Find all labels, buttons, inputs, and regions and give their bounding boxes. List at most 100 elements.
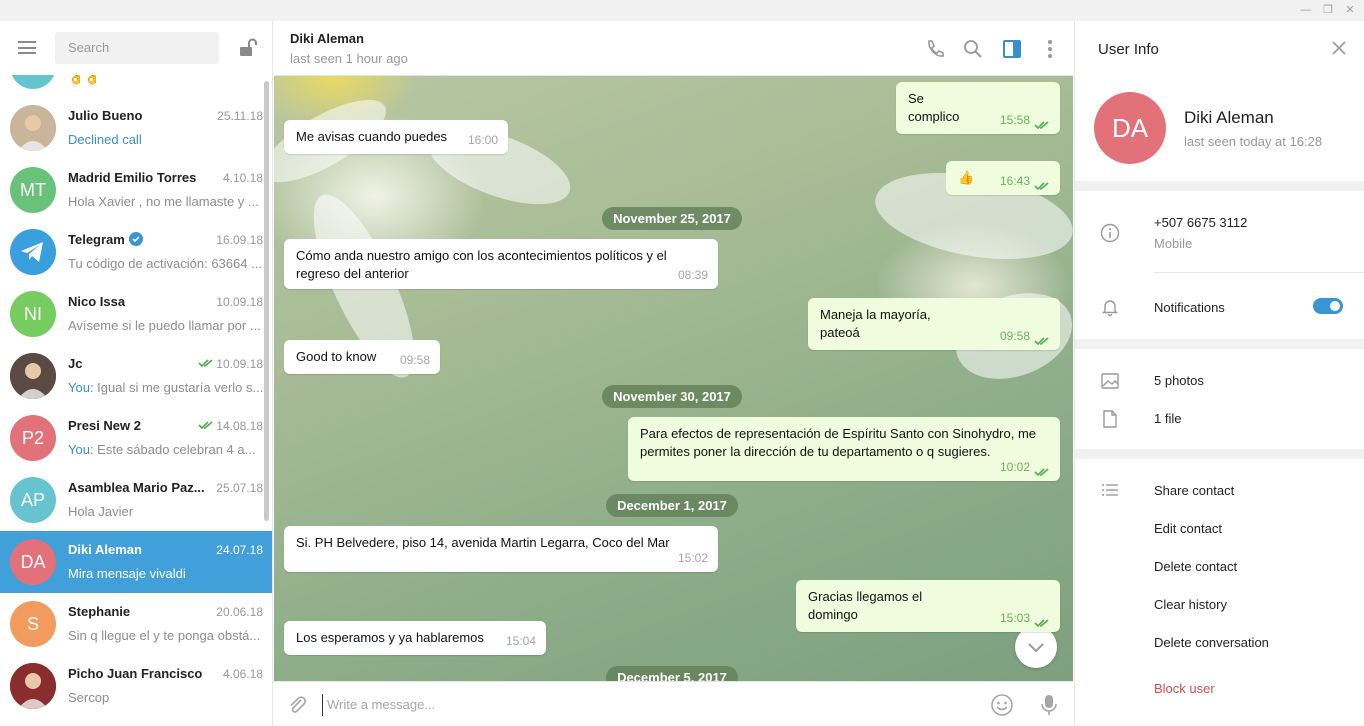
block-user-button[interactable]: Block user: [1154, 681, 1215, 696]
close-icon[interactable]: [1331, 40, 1347, 56]
chat-date-text: 4.06.18: [222, 667, 263, 681]
attach-icon[interactable]: [286, 694, 308, 716]
outgoing-message[interactable]: Para efectos de representación de Espíri…: [628, 417, 1060, 481]
chat-preview-text: Mira mensaje vivaldi: [68, 566, 186, 581]
message-time: 16:43: [999, 174, 1030, 188]
chat-name-text: Picho Juan Francisco: [68, 666, 203, 681]
chat-list-item[interactable]: MT Madrid Emilio Torres 4.10.18 Hola Xav…: [0, 159, 272, 221]
sidebar-toggle-icon[interactable]: [1001, 38, 1023, 60]
edit-contact-button[interactable]: Edit contact: [1154, 521, 1222, 536]
chevron-down-icon: [1028, 643, 1044, 653]
chat-name: Madrid Emilio Torres: [68, 170, 196, 185]
chat-preview: You: Este sábado celebran 4 a...: [68, 442, 264, 457]
read-ticks-icon: [198, 419, 214, 430]
outgoing-message[interactable]: Gracias llegamos el domingo 15:03: [796, 580, 1060, 632]
outgoing-message[interactable]: Se complico 15:58: [896, 82, 1060, 134]
avatar: [10, 229, 56, 275]
chat-preview: Declined call: [68, 132, 264, 147]
chat-name-text: Asamblea Mario Paz...: [68, 480, 205, 495]
chat-name: Nico Issa: [68, 294, 125, 309]
avatar: [10, 663, 56, 709]
chat-preview: Hola Xavier , no me llamaste y ...: [68, 194, 264, 209]
date-separator: December 1, 2017: [606, 494, 738, 517]
avatar: AP: [10, 477, 56, 523]
incoming-message[interactable]: Si. PH Belvedere, piso 14, avenida Marti…: [284, 526, 718, 572]
chat-list-scrollbar[interactable]: [264, 81, 269, 521]
chat-name-text: Diki Aleman: [68, 542, 142, 557]
unlock-icon[interactable]: [239, 38, 257, 58]
bell-icon: [1101, 300, 1119, 317]
phone-icon[interactable]: [924, 38, 946, 60]
share-contact-button[interactable]: Share contact: [1154, 483, 1234, 498]
chat-list-item[interactable]: DA Diki Aleman 24.07.18 Mira mensaje viv…: [0, 531, 272, 593]
chat-list-item[interactable]: S Stephanie 20.06.18 Sin q llegue el y t…: [0, 593, 272, 655]
avatar: P2: [10, 415, 56, 461]
chat-name-text: Julio Bueno: [68, 108, 143, 123]
search-icon[interactable]: [962, 38, 984, 60]
chat-preview: Sin q llegue el y te ponga obstá...: [68, 628, 264, 643]
close-window-button[interactable]: ✕: [1342, 3, 1358, 17]
message-text: Los esperamos y ya hablaremos: [296, 630, 484, 645]
outgoing-message[interactable]: Maneja la mayoría, pateoá 09:58: [808, 298, 1060, 350]
chat-preview-text: Igual si me gustaría verlo s...: [93, 380, 264, 395]
incoming-message[interactable]: Cómo anda nuestro amigo con los aconteci…: [284, 239, 718, 289]
phone-number[interactable]: +507 6675 3112: [1154, 215, 1247, 230]
notifications-toggle[interactable]: [1313, 298, 1343, 314]
actions-section: Share contact Edit contact Delete contac…: [1075, 459, 1364, 726]
chat-list-item[interactable]: NI Nico Issa 10.09.18 Avíseme si le pued…: [0, 283, 272, 345]
search-input[interactable]: Search: [55, 32, 219, 64]
chat-date-text: 10.09.18: [216, 357, 263, 371]
chat-preview-text: Sercop: [68, 690, 110, 705]
incoming-message[interactable]: Los esperamos y ya hablaremos 15:04: [284, 621, 546, 655]
contact-status: last seen today at 16:28: [1184, 134, 1323, 149]
message-text: Me avisas cuando puedes: [296, 129, 448, 144]
avatar: [10, 353, 56, 399]
chat-preview: Avíseme si le puedo llamar por ...: [68, 318, 264, 333]
chat-name-text: Jc: [68, 356, 83, 371]
avatar[interactable]: DA: [1094, 92, 1166, 164]
message-area[interactable]: Se complico 15:58 Me avisas cuando puede…: [274, 76, 1073, 681]
avatar: DA: [10, 539, 56, 585]
more-icon[interactable]: [1039, 38, 1061, 60]
chat-name: Presi New 2: [68, 418, 141, 433]
delete-conversation-button[interactable]: Delete conversation: [1154, 635, 1269, 650]
chat-preview: Tu código de activación: 63664 ...: [68, 256, 264, 271]
chat-list-item[interactable]: Telegram 16.09.18 Tu código de activació…: [0, 221, 272, 283]
chat-list-item[interactable]: P2 Presi New 2 14.08.18 You: Este sábado…: [0, 407, 272, 469]
chat-name: Jc: [68, 356, 82, 371]
chat-title[interactable]: Diki Aleman: [290, 31, 364, 46]
contact-name: Diki Aleman: [1184, 108, 1274, 127]
photos-link[interactable]: 5 photos: [1154, 373, 1204, 388]
restore-button[interactable]: ❐: [1320, 3, 1336, 17]
minimize-button[interactable]: —: [1298, 3, 1314, 17]
chat-name-text: Nico Issa: [68, 294, 126, 309]
outgoing-message[interactable]: 👍 16:43: [946, 161, 1060, 195]
date-separator: November 30, 2017: [602, 385, 742, 408]
clear-history-button[interactable]: Clear history: [1154, 597, 1227, 612]
menu-icon[interactable]: [18, 41, 36, 54]
chat-date: 20.06.18: [216, 605, 263, 619]
avatar: NI: [10, 291, 56, 337]
delete-contact-button[interactable]: Delete contact: [1154, 559, 1237, 574]
incoming-message[interactable]: Me avisas cuando puedes 16:00: [284, 120, 508, 154]
scroll-down-button[interactable]: [1015, 626, 1057, 668]
chat-list-item[interactable]: AP Asamblea Mario Paz... 25.07.18 Hola J…: [0, 469, 272, 531]
window-titlebar: — ❐ ✕: [0, 0, 1364, 21]
chat-date: 10.09.18: [198, 357, 263, 371]
files-link[interactable]: 1 file: [1154, 411, 1181, 426]
chat-list-item[interactable]: Jc 10.09.18 You: Igual si me gustaría ve…: [0, 345, 272, 407]
chat-date-text: 25.07.18: [216, 481, 263, 495]
chat-date: 25.07.18: [216, 481, 263, 495]
incoming-message[interactable]: Good to know 09:58: [284, 340, 440, 374]
message-input[interactable]: Write a message...: [322, 694, 922, 716]
read-ticks-icon: [1034, 333, 1050, 346]
microphone-icon[interactable]: [1040, 693, 1058, 717]
date-separator: December 5, 2017: [606, 666, 738, 681]
emoji-icon[interactable]: [990, 693, 1014, 717]
chat-date: 10.09.18: [216, 295, 263, 309]
phone-label: Mobile: [1154, 236, 1193, 251]
read-ticks-icon: [1034, 117, 1050, 130]
message-time: 08:39: [677, 268, 708, 282]
chat-list-item[interactable]: Picho Juan Francisco 4.06.18 Sercop: [0, 655, 272, 717]
chat-list-item[interactable]: Julio Bueno 25.11.18 Declined call: [0, 97, 272, 159]
